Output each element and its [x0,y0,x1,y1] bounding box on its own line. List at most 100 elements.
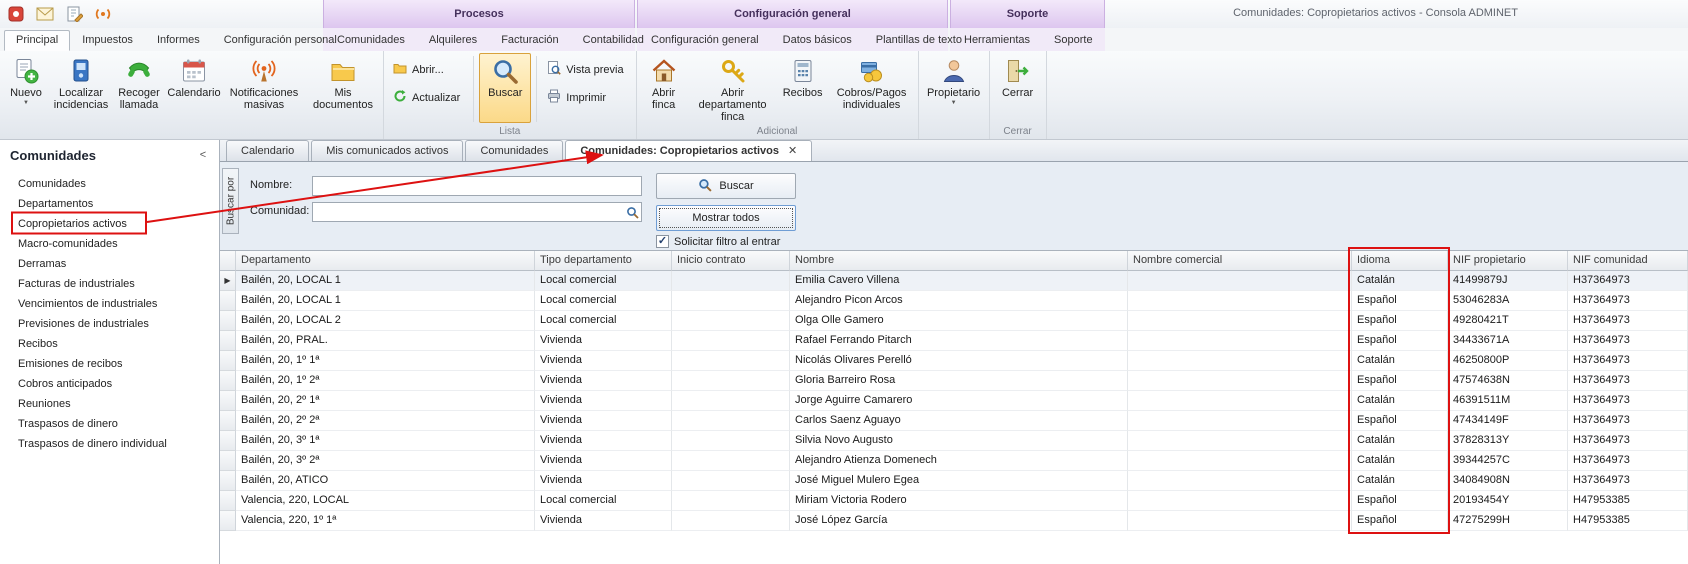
documentos-label: Mis documentos [310,87,376,111]
doc-tab[interactable]: Calendario [226,140,309,161]
table-row[interactable]: Bailén, 20, PRAL.ViviendaRafael Ferrando… [220,331,1688,351]
vista-previa-button[interactable]: Vista previa [542,58,631,81]
column-header[interactable]: NIF propietario [1448,251,1568,271]
cerrar-label: Cerrar [1002,87,1033,99]
table-row[interactable]: Bailén, 20, 3º 1ªViviendaSilvia Novo Aug… [220,431,1688,451]
table-row[interactable]: Valencia, 220, LOCALLocal comercialMiria… [220,491,1688,511]
table-cell: Español [1352,371,1448,391]
doc-tab[interactable]: Mis comunicados activos [311,140,463,161]
sidebar-item[interactable]: Traspasos de dinero individual [0,434,219,454]
table-row[interactable]: Bailén, 20, LOCAL 2Local comercialOlga O… [220,311,1688,331]
abrir-finca-button[interactable]: Abrir finca [641,53,687,123]
broadcast-icon[interactable] [93,4,113,24]
notes-icon[interactable] [64,4,84,24]
ribbon-group-label-cerrar: Cerrar [994,125,1042,139]
table-cell [672,411,790,431]
mis-documentos-button[interactable]: Mis documentos [307,53,379,123]
mail-icon[interactable] [35,4,55,24]
recibos-button[interactable]: Recibos [779,53,827,123]
column-header[interactable]: Tipo departamento [535,251,672,271]
abrir-departamento-finca-button[interactable]: Abrir departamento finca [690,53,776,125]
table-row[interactable]: Bailén, 20, 1º 1ªViviendaNicolás Olivare… [220,351,1688,371]
nombre-input[interactable] [312,176,642,196]
propietario-button[interactable]: Propietario ▼ [923,53,985,123]
imprimir-button[interactable]: Imprimir [542,86,631,109]
cerrar-button[interactable]: Cerrar [994,53,1042,123]
recibos-label: Recibos [783,87,823,99]
table-row[interactable]: ▶Bailén, 20, LOCAL 1Local comercialEmili… [220,271,1688,291]
row-indicator-header [220,251,236,271]
mostrar-todos-button[interactable]: Mostrar todos [656,205,796,231]
tab-comunidades[interactable]: Comunidades [325,30,417,51]
sidebar-item[interactable]: Traspasos de dinero [0,414,219,434]
table-row[interactable]: Bailén, 20, 3º 2ªViviendaAlejandro Atien… [220,451,1688,471]
tab-soporte[interactable]: Soporte [1042,30,1105,51]
table-row[interactable]: Bailén, 20, 2º 2ªViviendaCarlos Saenz Ag… [220,411,1688,431]
preview-icon [547,61,561,78]
column-header[interactable]: NIF comunidad [1568,251,1688,271]
house-icon [651,57,677,85]
payments-icon [859,57,885,85]
column-header[interactable]: Nombre comercial [1128,251,1352,271]
ribbon-group-label-propietario [923,125,985,139]
collapse-sidebar-button[interactable]: < [195,149,211,161]
nuevo-button[interactable]: Nuevo ▼ [4,53,48,123]
sidebar-item[interactable]: Comunidades [0,174,219,194]
sidebar-item[interactable]: Emisiones de recibos [0,354,219,374]
sidebar-item[interactable]: Reuniones [0,394,219,414]
sidebar-item[interactable]: Recibos [0,334,219,354]
sidebar-item[interactable]: Previsiones de industriales [0,314,219,334]
table-cell: Gloria Barreiro Rosa [790,371,1128,391]
cobros-pagos-individuales-button[interactable]: Cobros/Pagos individuales [830,53,914,123]
table-row[interactable]: Bailén, 20, ATICOViviendaJosé Miguel Mul… [220,471,1688,491]
table-row[interactable]: Bailén, 20, 2º 1ªViviendaJorge Aguirre C… [220,391,1688,411]
table-row[interactable]: Bailén, 20, LOCAL 1Local comercialAlejan… [220,291,1688,311]
buscar-button[interactable]: Buscar [656,173,796,199]
table-cell: Bailén, 20, 2º 2ª [236,411,535,431]
checkbox-icon[interactable]: ✓ [656,235,669,248]
sidebar-item[interactable]: Derramas [0,254,219,274]
doc-tab[interactable]: Comunidades: Copropietarios activos✕ [565,140,812,161]
column-header[interactable]: Nombre [790,251,1128,271]
notificaciones-masivas-button[interactable]: Notificaciones masivas [224,53,304,123]
filter-checkbox-row[interactable]: ✓ Solicitar filtro al entrar [656,235,780,248]
doc-tab[interactable]: Comunidades [465,140,563,161]
sidebar-item[interactable]: Macro-comunidades [0,234,219,254]
comunidad-input[interactable] [312,202,642,222]
sidebar-item[interactable]: Facturas de industriales [0,274,219,294]
calendario-button[interactable]: Calendario [167,53,221,123]
tab-principal[interactable]: Principal [4,30,70,51]
localizar-incidencias-button[interactable]: Localizar incidencias [51,53,111,123]
table-cell [1128,411,1352,431]
abrir-button[interactable]: Abrir... [388,58,468,81]
recoger-llamada-button[interactable]: Recoger llamada [114,53,164,123]
tab-impuestos[interactable]: Impuestos [70,30,145,51]
tab-configuracion-general[interactable]: Configuración general [639,30,771,51]
table-cell: José Miguel Mulero Egea [790,471,1128,491]
tab-alquileres[interactable]: Alquileres [417,30,489,51]
sidebar-item[interactable]: Cobros anticipados [0,374,219,394]
tab-informes[interactable]: Informes [145,30,212,51]
table-cell: Vivienda [535,511,672,531]
close-tab-icon[interactable]: ✕ [788,142,797,161]
comunidad-lookup-icon[interactable] [625,205,640,220]
tab-facturacion[interactable]: Facturación [489,30,570,51]
search-by-tab[interactable]: Buscar por [222,168,239,234]
receipts-icon [790,57,816,85]
column-header[interactable]: Inicio contrato [672,251,790,271]
tab-datos-basicos[interactable]: Datos básicos [771,30,864,51]
actualizar-button[interactable]: Actualizar [388,86,468,109]
table-row[interactable]: Valencia, 220, 1º 1ªViviendaJosé López G… [220,511,1688,531]
tab-herramientas[interactable]: Herramientas [952,30,1042,51]
sidebar-item[interactable]: Vencimientos de industriales [0,294,219,314]
sidebar-item[interactable]: Copropietarios activos [0,214,219,234]
table-cell: Vivienda [535,471,672,491]
app-icon[interactable] [6,4,26,24]
sidebar-item[interactable]: Departamentos [0,194,219,214]
column-header[interactable]: Idioma [1352,251,1448,271]
column-header[interactable]: Departamento [236,251,535,271]
buscar-ribbon-button[interactable]: Buscar [479,53,531,123]
table-cell: Bailén, 20, 1º 2ª [236,371,535,391]
ribbon-main-tabs: Principal Impuestos Informes Configuraci… [4,28,349,51]
table-row[interactable]: Bailén, 20, 1º 2ªViviendaGloria Barreiro… [220,371,1688,391]
